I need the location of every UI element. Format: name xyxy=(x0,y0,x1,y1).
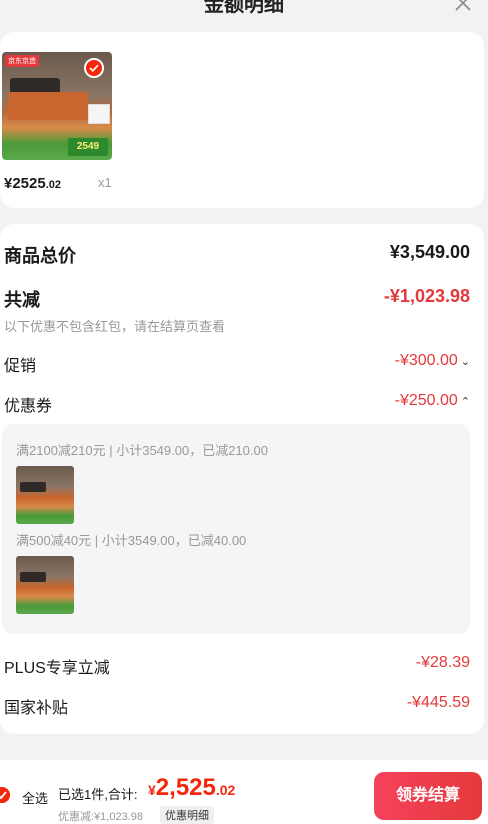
reduce-label: 共减 xyxy=(4,290,40,310)
gov-subsidy-value: -¥445.59 xyxy=(406,694,470,711)
coupon-value-wrap: -¥250.00 ⌃ xyxy=(395,392,470,410)
product-quantity: x1 xyxy=(98,175,112,190)
header: 金额明细 xyxy=(0,0,488,26)
price-integer: ¥2525 xyxy=(4,175,46,192)
selected-count: 已选1件,合计: xyxy=(58,787,138,802)
currency-symbol: ¥ xyxy=(148,782,156,798)
discount-note: 以下优惠不包含红包，请在结算页查看 xyxy=(4,319,226,334)
checkout-bar: 全选 已选1件,合计: ¥2,525.02 优惠减:¥1,023.98 优惠明细… xyxy=(0,760,488,824)
coupon-line: 满500减40元 | 小计3549.00，已减40.00 xyxy=(16,533,247,548)
reduce-value: -¥1,023.98 xyxy=(383,286,470,306)
total-decimal: .02 xyxy=(215,782,236,798)
price-summary-card: 商品总价 ¥3,549.00 共减 -¥1,023.98 以下优惠不包含红包，请… xyxy=(0,224,484,734)
row-gov-subsidy: 国家补贴 -¥445.59 xyxy=(4,694,470,718)
close-icon[interactable] xyxy=(452,0,474,14)
promo-value: -¥300.00 xyxy=(394,352,458,369)
discount-total: 优惠减:¥1,023.98 xyxy=(58,811,143,823)
coupon-label: 优惠券 xyxy=(4,398,53,415)
row-promo[interactable]: 促销 -¥300.00 ⌄ xyxy=(4,352,470,376)
total-value: ¥3,549.00 xyxy=(389,242,470,262)
coupon-value: -¥250.00 xyxy=(394,392,458,409)
coupon-product-thumbnail xyxy=(16,556,74,614)
gov-subsidy-label: 国家补贴 xyxy=(4,700,69,717)
total-integer: 2,525 xyxy=(155,774,216,801)
brand-tag: 京东京造 xyxy=(5,55,39,67)
product-accessory-shape xyxy=(88,104,110,124)
promo-label: 促销 xyxy=(4,358,37,375)
chevron-up-icon[interactable]: ⌃ xyxy=(461,395,470,408)
coupon-detail-panel: 满2100减210元 | 小计3549.00，已减210.00 满500减40元… xyxy=(2,424,470,634)
price-decimal: .02 xyxy=(45,179,62,191)
plus-value: -¥28.39 xyxy=(415,654,470,671)
coupon-line: 满2100减210元 | 小计3549.00，已减210.00 xyxy=(16,443,268,458)
select-all-check-icon[interactable] xyxy=(0,787,10,803)
row-total: 商品总价 ¥3,549.00 xyxy=(4,242,470,266)
bed-shape xyxy=(8,92,88,120)
product-card: 京东京造 2549 ¥2525.02 x1 xyxy=(0,32,484,208)
total-label: 商品总价 xyxy=(4,246,76,266)
row-reduce: 共减 -¥1,023.98 xyxy=(4,286,470,310)
row-plus: PLUS专享立减 -¥28.39 xyxy=(4,654,470,678)
checkout-button[interactable]: 领券结算 xyxy=(374,772,482,820)
promo-value-wrap: -¥300.00 ⌄ xyxy=(395,352,470,370)
page-title: 金额明细 xyxy=(204,0,284,16)
check-icon[interactable] xyxy=(84,58,104,78)
coupon-product-thumbnail xyxy=(16,466,74,524)
product-price: ¥2525.02 xyxy=(4,175,61,192)
price-badge: 2549 xyxy=(68,138,108,156)
select-all-label[interactable]: 全选 xyxy=(22,788,48,807)
total-price: ¥2,525.02 xyxy=(148,774,235,802)
discount-detail-link[interactable]: 优惠明细 xyxy=(160,806,214,824)
chevron-down-icon[interactable]: ⌄ xyxy=(461,355,470,368)
row-coupon[interactable]: 优惠券 -¥250.00 ⌃ xyxy=(4,392,470,416)
plus-label: PLUS专享立减 xyxy=(4,660,110,677)
